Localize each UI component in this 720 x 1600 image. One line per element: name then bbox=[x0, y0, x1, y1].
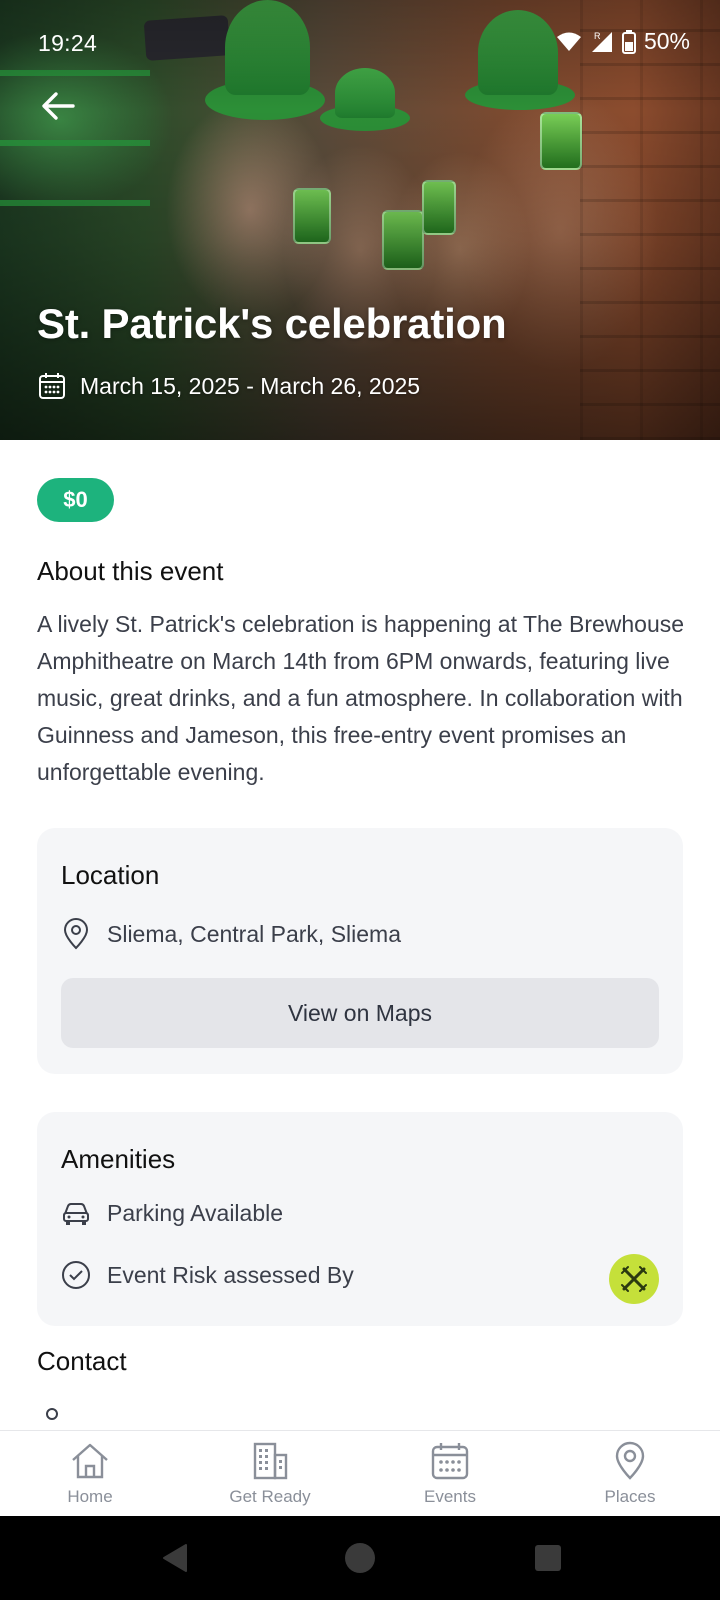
event-dates: March 15, 2025 - March 26, 2025 bbox=[38, 372, 420, 400]
nav-home[interactable]: Home bbox=[0, 1441, 180, 1507]
amenity-parking: Parking Available bbox=[61, 1200, 283, 1227]
location-address: Sliema, Central Park, Sliema bbox=[107, 920, 401, 947]
price-badge: $0 bbox=[37, 478, 114, 522]
check-circle-icon bbox=[62, 1261, 90, 1289]
car-icon bbox=[63, 1202, 89, 1225]
triangle-back-icon bbox=[163, 1544, 187, 1572]
amenity-risk-assessed: Event Risk assessed By bbox=[61, 1260, 354, 1290]
location-row: Sliema, Central Park, Sliema bbox=[61, 918, 401, 950]
about-description: A lively St. Patrick's celebration is ha… bbox=[37, 611, 685, 785]
bottom-navigation: Home Get Ready Events Places bbox=[0, 1430, 720, 1516]
amenities-card: Amenities Parking Available Event Risk a… bbox=[37, 1112, 683, 1326]
map-pin-icon bbox=[63, 918, 89, 950]
location-heading: Location bbox=[61, 860, 160, 890]
system-navigation-bar bbox=[0, 1516, 720, 1600]
calendar-icon bbox=[39, 373, 65, 399]
building-icon bbox=[253, 1442, 288, 1479]
hero-image: 19:24 R 50% St. Patrick's celebration Ma… bbox=[0, 0, 720, 440]
amenity-label: Event Risk assessed By bbox=[107, 1261, 354, 1288]
map-pin-icon bbox=[615, 1441, 645, 1480]
system-back-button[interactable] bbox=[150, 1516, 200, 1600]
status-icons: R 50% bbox=[556, 28, 690, 55]
calendar-icon bbox=[431, 1442, 469, 1479]
nav-label: Home bbox=[67, 1486, 113, 1506]
crossed-tools-icon bbox=[621, 1266, 647, 1292]
about-heading: About this event bbox=[37, 556, 224, 586]
nav-events[interactable]: Events bbox=[360, 1441, 540, 1507]
event-detail-screen: 19:24 R 50% St. Patrick's celebration Ma… bbox=[0, 0, 720, 1600]
system-home-button[interactable] bbox=[335, 1516, 385, 1600]
amenity-label: Parking Available bbox=[107, 1200, 284, 1226]
svg-text:R: R bbox=[594, 31, 601, 41]
event-title: St. Patrick's celebration bbox=[37, 300, 507, 347]
location-card: Location Sliema, Central Park, Sliema Vi… bbox=[37, 828, 683, 1074]
circle-home-icon bbox=[345, 1543, 375, 1573]
home-icon bbox=[72, 1443, 108, 1478]
arrow-left-icon bbox=[42, 92, 75, 120]
nav-get-ready[interactable]: Get Ready bbox=[180, 1441, 360, 1507]
square-recents-icon bbox=[535, 1545, 561, 1571]
nav-label: Events bbox=[424, 1486, 476, 1506]
wifi-icon bbox=[556, 32, 581, 51]
signal-icon: R bbox=[591, 31, 612, 52]
system-recents-button[interactable] bbox=[523, 1516, 573, 1600]
nav-label: Places bbox=[604, 1486, 656, 1506]
battery-icon bbox=[621, 29, 636, 54]
contact-heading: Contact bbox=[37, 1346, 127, 1376]
nav-places[interactable]: Places bbox=[540, 1441, 720, 1507]
status-time: 19:24 bbox=[38, 30, 98, 56]
view-on-maps-button[interactable]: View on Maps bbox=[61, 978, 659, 1048]
status-bar: 19:24 R 50% bbox=[0, 0, 720, 88]
nav-label: Get Ready bbox=[229, 1486, 311, 1506]
event-dates-text: March 15, 2025 - March 26, 2025 bbox=[80, 372, 421, 399]
risk-assessor-logo[interactable] bbox=[609, 1254, 659, 1304]
event-details: $0 About this event A lively St. Patrick… bbox=[0, 440, 720, 1430]
amenities-heading: Amenities bbox=[61, 1144, 176, 1174]
back-button[interactable] bbox=[36, 88, 80, 124]
person-icon bbox=[46, 1408, 58, 1420]
battery-percent: 50% bbox=[643, 28, 690, 54]
